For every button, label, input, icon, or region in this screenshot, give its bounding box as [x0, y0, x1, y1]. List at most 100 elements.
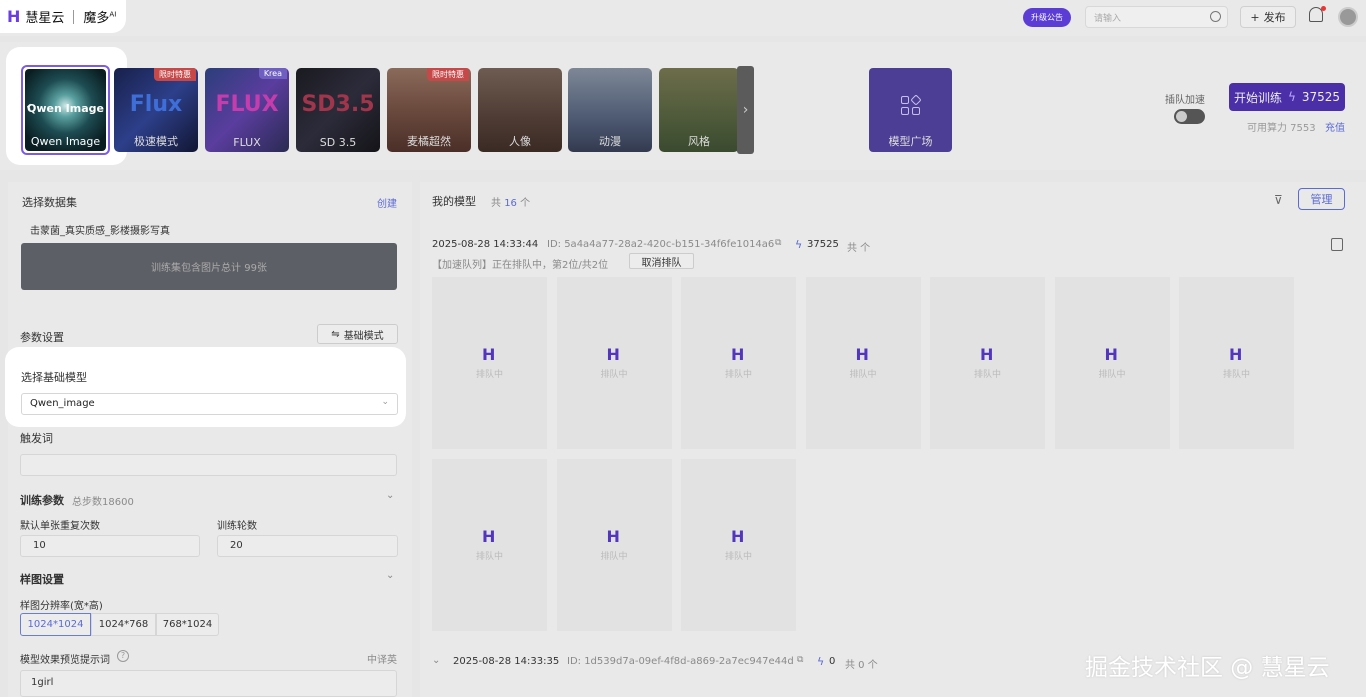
model-placeholder-card: H 排队中 — [930, 277, 1045, 449]
model-tile-anime[interactable]: 动漫 — [568, 68, 652, 152]
resolution-option[interactable]: 1024*768 — [91, 613, 156, 636]
model-placeholder-card: H 排队中 — [556, 277, 672, 449]
placeholder-text: 排队中 — [973, 370, 1001, 380]
job-cost: 37525 — [807, 239, 839, 250]
logo-mark: H — [1229, 345, 1243, 364]
help-icon[interactable]: ? — [117, 650, 129, 662]
placeholder-text: 排队中 — [724, 552, 752, 562]
chevron-down-icon[interactable]: ⌄ — [386, 570, 394, 581]
search-input[interactable]: 请输入 — [1085, 6, 1228, 28]
promo-badge: 限时特惠 — [154, 68, 196, 81]
placeholder-text: 排队中 — [600, 552, 628, 562]
logo-mark: H — [731, 527, 745, 546]
toggle-knob — [1176, 111, 1187, 122]
cancel-queue-button[interactable]: 取消排队 — [629, 253, 694, 269]
model-placeholder-card: H 排队中 — [1054, 277, 1170, 449]
repeat-input[interactable]: 10 — [20, 535, 200, 557]
logo-mark: H — [731, 345, 745, 364]
total-steps: 总步数18600 — [72, 497, 134, 508]
logo-mark: H — [606, 345, 620, 364]
avatar[interactable] — [1338, 7, 1358, 27]
model-tile-flux[interactable]: Krea FLUX FLUX — [205, 68, 289, 152]
document-icon[interactable] — [1331, 238, 1343, 251]
job-time: 2025-08-28 14:33:44 — [432, 239, 539, 250]
model-placeholder-card: H 排队中 — [556, 459, 672, 631]
model-tile-label: 麦橘超然 — [407, 135, 451, 148]
model-placeholder-card: H 排队中 — [681, 459, 796, 631]
basic-mode-button[interactable]: ⇋ 基础模式 — [317, 324, 398, 344]
lightning-icon: ϟ — [1287, 90, 1296, 104]
model-tile-qwen-image[interactable]: Qwen Image Qwen Image — [21, 65, 110, 155]
copy-icon[interactable]: ⧉ — [775, 238, 781, 248]
translate-link[interactable]: 中译英 — [367, 651, 397, 666]
model-count: 共 16 个 — [491, 198, 531, 209]
prompt-label: 模型效果预览提示词 — [20, 655, 110, 666]
available-power: 可用算力 7553 — [1247, 123, 1316, 134]
promo-badge: 限时特惠 — [427, 68, 469, 81]
epochs-input[interactable]: 20 — [217, 535, 398, 557]
start-training-label: 开始训练 — [1233, 90, 1282, 105]
start-training-button[interactable]: 开始训练 ϟ 37525 — [1229, 83, 1345, 111]
queue-accel-label: 插队加速 — [1165, 95, 1205, 106]
create-dataset-link[interactable]: 创建 — [377, 195, 397, 210]
chevron-down-icon[interactable]: ⌄ — [432, 655, 440, 666]
publish-label: 发布 — [1263, 11, 1286, 24]
model-placeholder-card: H 排队中 — [1179, 277, 1294, 449]
basic-mode-label: 基础模式 — [343, 330, 384, 342]
filter-icon[interactable]: ⊽ — [1274, 193, 1283, 207]
search-icon[interactable] — [1210, 11, 1221, 22]
model-tile-label: 动漫 — [599, 135, 621, 148]
model-tile-style[interactable]: 风格 — [659, 68, 739, 152]
model-tile-label: SD 3.5 — [319, 136, 357, 149]
my-models-title: 我的模型 — [432, 195, 476, 208]
logo-mark: H — [482, 345, 496, 364]
model-tile-majicmix[interactable]: 限时特惠 麦橘超然 — [387, 68, 471, 152]
trigger-input[interactable] — [20, 454, 397, 476]
logo-mark: H — [606, 527, 620, 546]
copy-icon[interactable]: ⧉ — [797, 655, 803, 665]
placeholder-text: 排队中 — [1098, 370, 1126, 380]
search-placeholder: 请输入 — [1094, 14, 1122, 24]
base-model-highlight — [5, 347, 406, 427]
logo-mark: H — [482, 527, 496, 546]
grid-icon — [901, 94, 922, 116]
chevron-right-icon[interactable]: › — [737, 66, 754, 154]
model-tile-flux-fast[interactable]: 限时特惠 Flux 极速模式 — [114, 68, 198, 152]
model-tile-portrait[interactable]: 人像 — [478, 68, 562, 152]
model-tile-label: 风格 — [688, 135, 710, 148]
swap-icon: ⇋ — [331, 328, 340, 340]
recharge-link[interactable]: 充值 — [1325, 119, 1345, 134]
queue-accel-toggle[interactable] — [1174, 109, 1205, 124]
resolution-option[interactable]: 1024*1024 — [20, 613, 91, 636]
chevron-down-icon[interactable]: ⌄ — [386, 490, 394, 501]
publish-button[interactable]: + 发布 — [1240, 6, 1296, 28]
chevron-down-icon: ⌄ — [381, 397, 389, 407]
watermark: 掘金技术社区 @ 慧星云 — [1085, 655, 1330, 681]
job-total: 共 个 — [847, 243, 871, 254]
prompt-input[interactable]: 1girl — [20, 670, 397, 697]
job-cost: 0 — [829, 656, 836, 667]
krea-badge: Krea — [258, 68, 287, 79]
model-tile-title: SD3.5 — [301, 92, 375, 117]
model-tile-label: Qwen Image — [30, 135, 101, 148]
resolution-label: 样图分辨率(宽*高) — [20, 601, 103, 612]
start-training-cost: 37525 — [1301, 90, 1341, 104]
notification-dot — [1321, 6, 1326, 11]
lightning-icon: ϟ — [795, 238, 803, 251]
manage-button[interactable]: 管理 — [1298, 188, 1345, 210]
sample-settings-label: 样图设置 — [20, 573, 64, 586]
dataset-name[interactable]: 击蒙菌_真实质感_影楼摄影写真 — [30, 222, 170, 237]
resolution-option[interactable]: 768*1024 — [156, 613, 219, 636]
brand-logo[interactable]: H 慧星云 魔多AI — [0, 0, 126, 33]
logo-mark: H — [7, 7, 21, 26]
epochs-label: 训练轮数 — [217, 521, 257, 532]
base-model-value: Qwen_image — [30, 398, 95, 409]
chevron-left-icon[interactable]: ‹ — [26, 99, 32, 115]
model-tile-label: 人像 — [509, 135, 531, 148]
job-time: 2025-08-28 14:33:35 — [453, 656, 560, 667]
job-id: ID: 1d539d7a-09ef-4f8d-a869-2a7ec947e44d — [567, 656, 794, 667]
model-tile-sd35[interactable]: SD3.5 SD 3.5 — [296, 68, 380, 152]
notice-button[interactable]: 升级公告 — [1023, 8, 1071, 27]
model-square-button[interactable]: 模型广场 — [869, 68, 952, 152]
base-model-select[interactable]: Qwen_image ⌄ — [21, 393, 398, 415]
